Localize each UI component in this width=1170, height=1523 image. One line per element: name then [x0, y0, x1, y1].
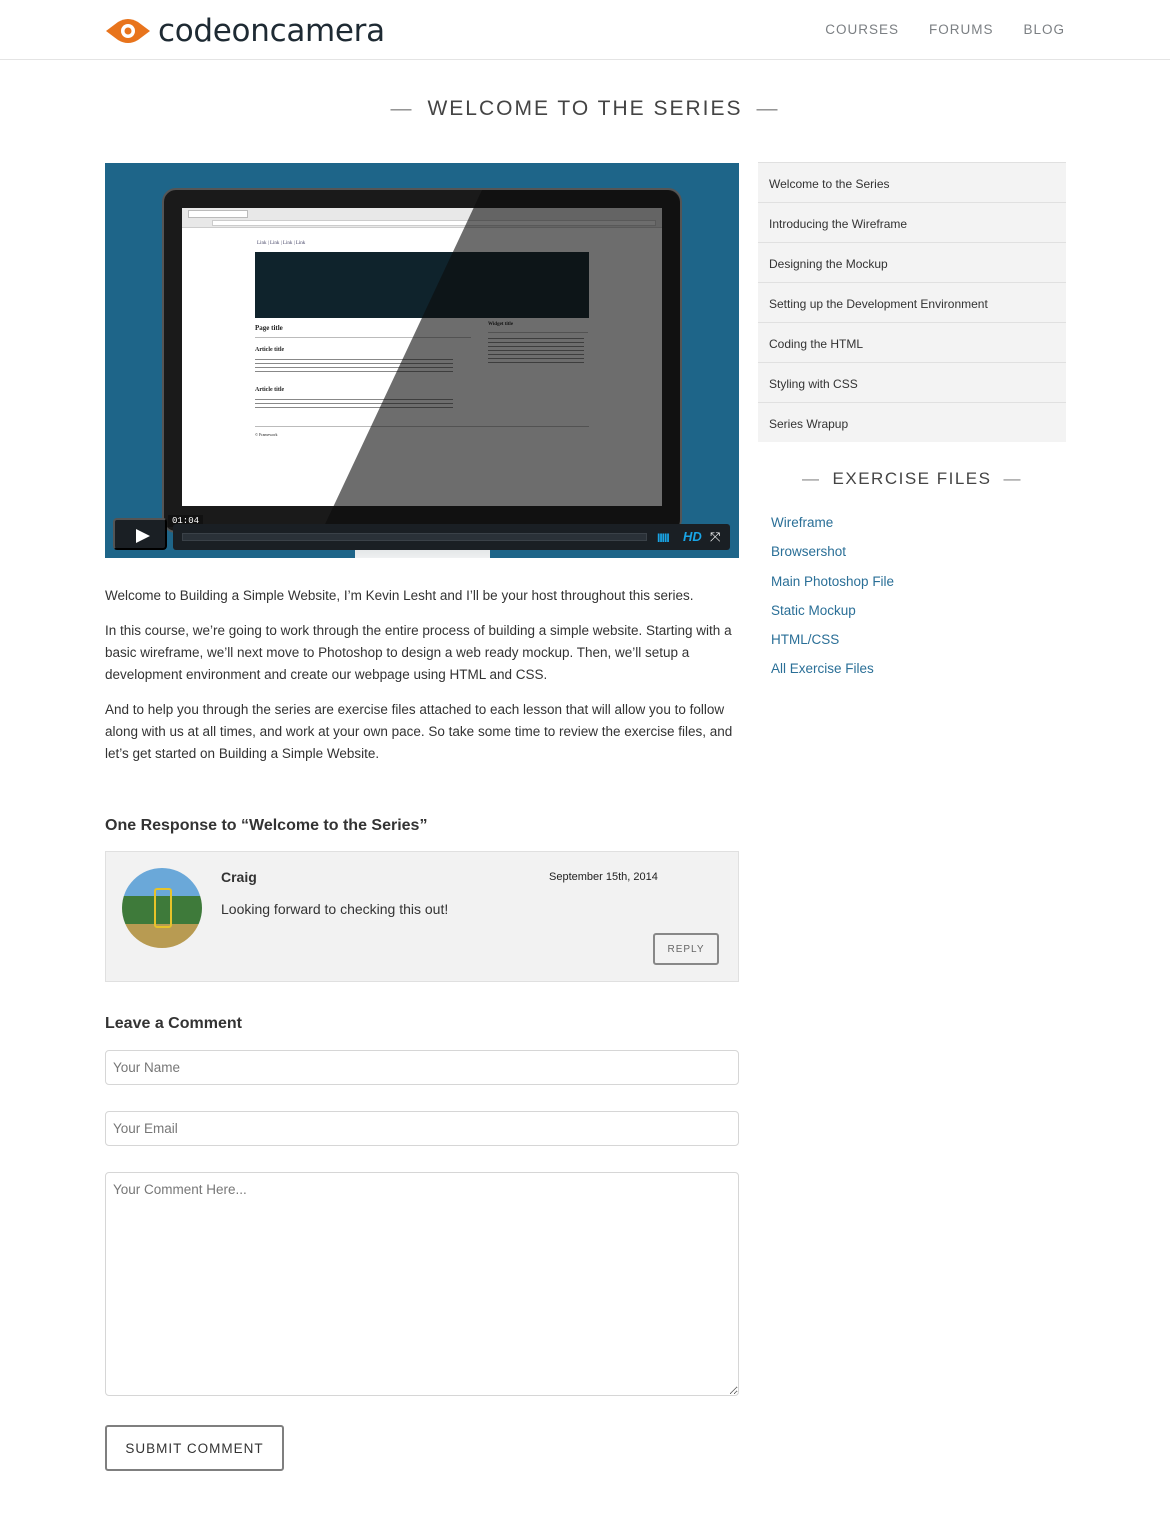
comment-author: Craig	[221, 869, 257, 885]
description-paragraph-1: Welcome to Building a Simple Website, I’…	[105, 588, 694, 603]
name-field[interactable]	[105, 1050, 739, 1085]
comment-field[interactable]	[105, 1172, 739, 1396]
play-icon[interactable]	[113, 518, 167, 550]
mini-article-title-2: Article title	[255, 387, 285, 393]
control-bar: IIIII HD ⤧	[173, 524, 730, 550]
lesson-item-7[interactable]: Series Wrapup	[758, 402, 1066, 442]
list-item: Wireframe	[771, 514, 894, 543]
mini-browser-tab	[188, 210, 248, 218]
lesson-description: Welcome to Building a Simple Website, I’…	[105, 585, 739, 778]
logo-eye-icon	[104, 16, 152, 46]
title-dash-left: —	[390, 97, 414, 120]
site-header: codeoncamera COURSES FORUMS BLOG	[0, 0, 1170, 60]
avatar	[122, 868, 202, 948]
page-title: — WELCOME TO THE SERIES —	[0, 97, 1170, 121]
lesson-item-3[interactable]: Designing the Mockup	[758, 242, 1066, 282]
lesson-list: Welcome to the Series Introducing the Wi…	[758, 162, 1066, 442]
email-field[interactable]	[105, 1111, 739, 1146]
list-item: All Exercise Files	[771, 660, 894, 689]
lesson-item-6[interactable]: Styling with CSS	[758, 362, 1066, 402]
exercise-link-browsershot[interactable]: Browsershot	[771, 544, 846, 559]
logo-link[interactable]: codeoncamera	[104, 13, 385, 49]
page-title-wrap: — WELCOME TO THE SERIES —	[0, 97, 1170, 121]
lesson-item-2[interactable]: Introducing the Wireframe	[758, 202, 1066, 242]
lesson-item-1[interactable]: Welcome to the Series	[758, 162, 1066, 202]
mini-article-title-1: Article title	[255, 347, 285, 353]
volume-icon[interactable]: IIIII	[657, 531, 670, 545]
exercise-files-header: — EXERCISE FILES —	[758, 469, 1066, 489]
progress-bar[interactable]	[182, 533, 647, 541]
logo-text: codeoncamera	[158, 13, 385, 49]
list-item: HTML/CSS	[771, 631, 894, 660]
exercise-files-title-text: EXERCISE FILES	[832, 469, 992, 488]
leave-comment-title: Leave a Comment	[105, 1015, 242, 1032]
ex-dash-left: —	[802, 469, 821, 488]
description-paragraph-2: In this course, we’re going to work thro…	[105, 623, 732, 682]
exercise-files-title: — EXERCISE FILES —	[758, 469, 1066, 489]
exercise-link-all-files[interactable]: All Exercise Files	[771, 661, 874, 676]
mini-footer: © Framework	[255, 432, 278, 437]
description-paragraph-3: And to help you through the series are e…	[105, 702, 733, 761]
lesson-item-4[interactable]: Setting up the Development Environment	[758, 282, 1066, 322]
comment-text: Looking forward to checking this out!	[221, 901, 449, 917]
hd-toggle[interactable]: HD	[683, 529, 702, 544]
main-nav: COURSES FORUMS BLOG	[825, 22, 1065, 37]
exercise-link-wireframe[interactable]: Wireframe	[771, 515, 833, 530]
exercise-files-list: Wireframe Browsershot Main Photoshop Fil…	[771, 514, 894, 690]
nav-blog[interactable]: BLOG	[1023, 22, 1065, 37]
exercise-link-static-mockup[interactable]: Static Mockup	[771, 603, 856, 618]
exercise-link-html-css[interactable]: HTML/CSS	[771, 632, 839, 647]
comment-item: Craig September 15th, 2014 Looking forwa…	[105, 851, 739, 982]
exercise-link-photoshop[interactable]: Main Photoshop File	[771, 574, 894, 589]
monitor-illustration: Link | Link | Link | Link Page title Art…	[162, 188, 682, 535]
mini-page-title: Page title	[255, 324, 283, 332]
submit-comment-button[interactable]: SUBMIT COMMENT	[105, 1425, 284, 1471]
nav-courses[interactable]: COURSES	[825, 22, 899, 37]
avatar-image-detail	[154, 888, 172, 928]
title-dash-right: —	[756, 97, 780, 120]
comment-date: September 15th, 2014	[549, 871, 658, 883]
video-player[interactable]: Link | Link | Link | Link Page title Art…	[105, 163, 739, 558]
list-item: Main Photoshop File	[771, 573, 894, 602]
player-controls: 01:04 IIIII HD ⤧	[113, 515, 730, 550]
nav-forums[interactable]: FORUMS	[929, 22, 994, 37]
page-title-text: WELCOME TO THE SERIES	[427, 97, 743, 120]
mini-nav-links: Link | Link | Link | Link	[257, 241, 306, 246]
ex-dash-right: —	[1003, 469, 1022, 488]
fullscreen-icon[interactable]: ⤧	[710, 529, 720, 545]
list-item: Static Mockup	[771, 602, 894, 631]
responses-title: One Response to “Welcome to the Series”	[105, 817, 428, 834]
reply-button[interactable]: REPLY	[653, 933, 719, 965]
lesson-item-5[interactable]: Coding the HTML	[758, 322, 1066, 362]
list-item: Browsershot	[771, 543, 894, 572]
